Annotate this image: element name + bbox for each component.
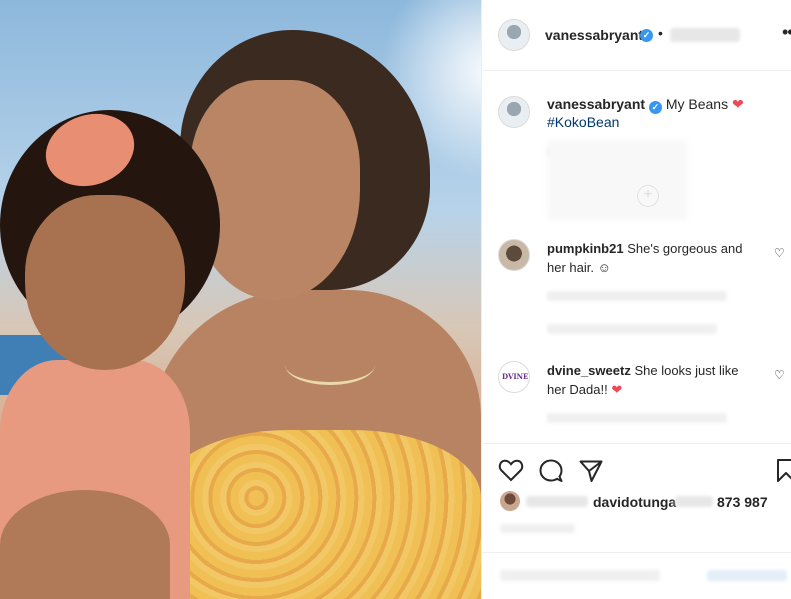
comment-username[interactable]: pumpkinb21	[547, 241, 624, 256]
caption-username[interactable]: vanessabryant	[547, 96, 645, 112]
likes-count[interactable]: 873 987	[717, 494, 768, 510]
verified-badge-icon: ✓	[640, 29, 653, 42]
comment-icon[interactable]	[538, 458, 564, 484]
caption-hashtag[interactable]: #KokoBean	[547, 114, 619, 130]
share-icon[interactable]	[578, 458, 604, 484]
likes-conjunction-blurred	[675, 496, 713, 507]
comment-username[interactable]: dvine_sweetz	[547, 363, 631, 378]
yellow-dress	[160, 430, 481, 599]
comment-meta-blurred	[547, 413, 727, 423]
add-comment-input-blurred[interactable]	[500, 570, 660, 581]
red-heart-emoji-icon: ❤	[611, 382, 623, 397]
separator-dot: •	[658, 25, 663, 41]
comment-avatar[interactable]	[498, 239, 530, 271]
post-sidebar: vanessabryant ✓ • •• vanessabryant ✓ My …	[481, 0, 791, 599]
post-header: vanessabryant ✓ • ••	[482, 0, 791, 71]
liked-by-prefix-blurred	[526, 496, 588, 507]
divider	[482, 552, 791, 553]
author-username[interactable]: vanessabryant	[545, 27, 643, 43]
bookmark-icon[interactable]	[776, 458, 791, 484]
load-more-comments-icon[interactable]: +	[637, 185, 659, 207]
verified-badge-icon: ✓	[648, 101, 662, 114]
comment-avatar-dvine[interactable]: DVINE	[498, 361, 530, 393]
comment-item: dvine_sweetz She looks just like her Dad…	[547, 361, 757, 399]
post-photo[interactable]	[0, 0, 481, 599]
woman-face	[190, 80, 360, 300]
divider	[482, 443, 791, 444]
post-date-blurred	[500, 524, 575, 533]
caption-author-avatar[interactable]	[498, 96, 530, 128]
post-comment-button-blurred[interactable]	[707, 570, 787, 581]
girl-face	[25, 195, 185, 370]
comment-like-heart-icon[interactable]: ♡	[774, 246, 785, 260]
comment-like-heart-icon[interactable]: ♡	[774, 368, 785, 382]
caption: vanessabryant ✓ My Beans ❤ #KokoBean	[547, 95, 777, 131]
dvine-logo: DVINE	[502, 372, 529, 381]
caption-meta-blurred	[547, 140, 687, 220]
arm	[0, 490, 170, 599]
necklace	[285, 345, 375, 385]
liked-by-username[interactable]: davidotunga	[593, 494, 676, 510]
caption-text: My Beans	[665, 96, 729, 112]
comment-meta-blurred	[547, 291, 727, 301]
red-heart-emoji-icon: ❤	[731, 96, 744, 112]
follow-button-blurred[interactable]	[670, 28, 740, 42]
liked-by-avatar[interactable]	[500, 491, 520, 511]
author-avatar[interactable]	[498, 19, 530, 51]
view-replies-blurred[interactable]	[547, 324, 717, 334]
heart-icon[interactable]	[498, 458, 524, 482]
more-options-icon[interactable]: ••	[782, 22, 791, 43]
comment-item: pumpkinb21 She's gorgeous and her hair. …	[547, 239, 757, 277]
